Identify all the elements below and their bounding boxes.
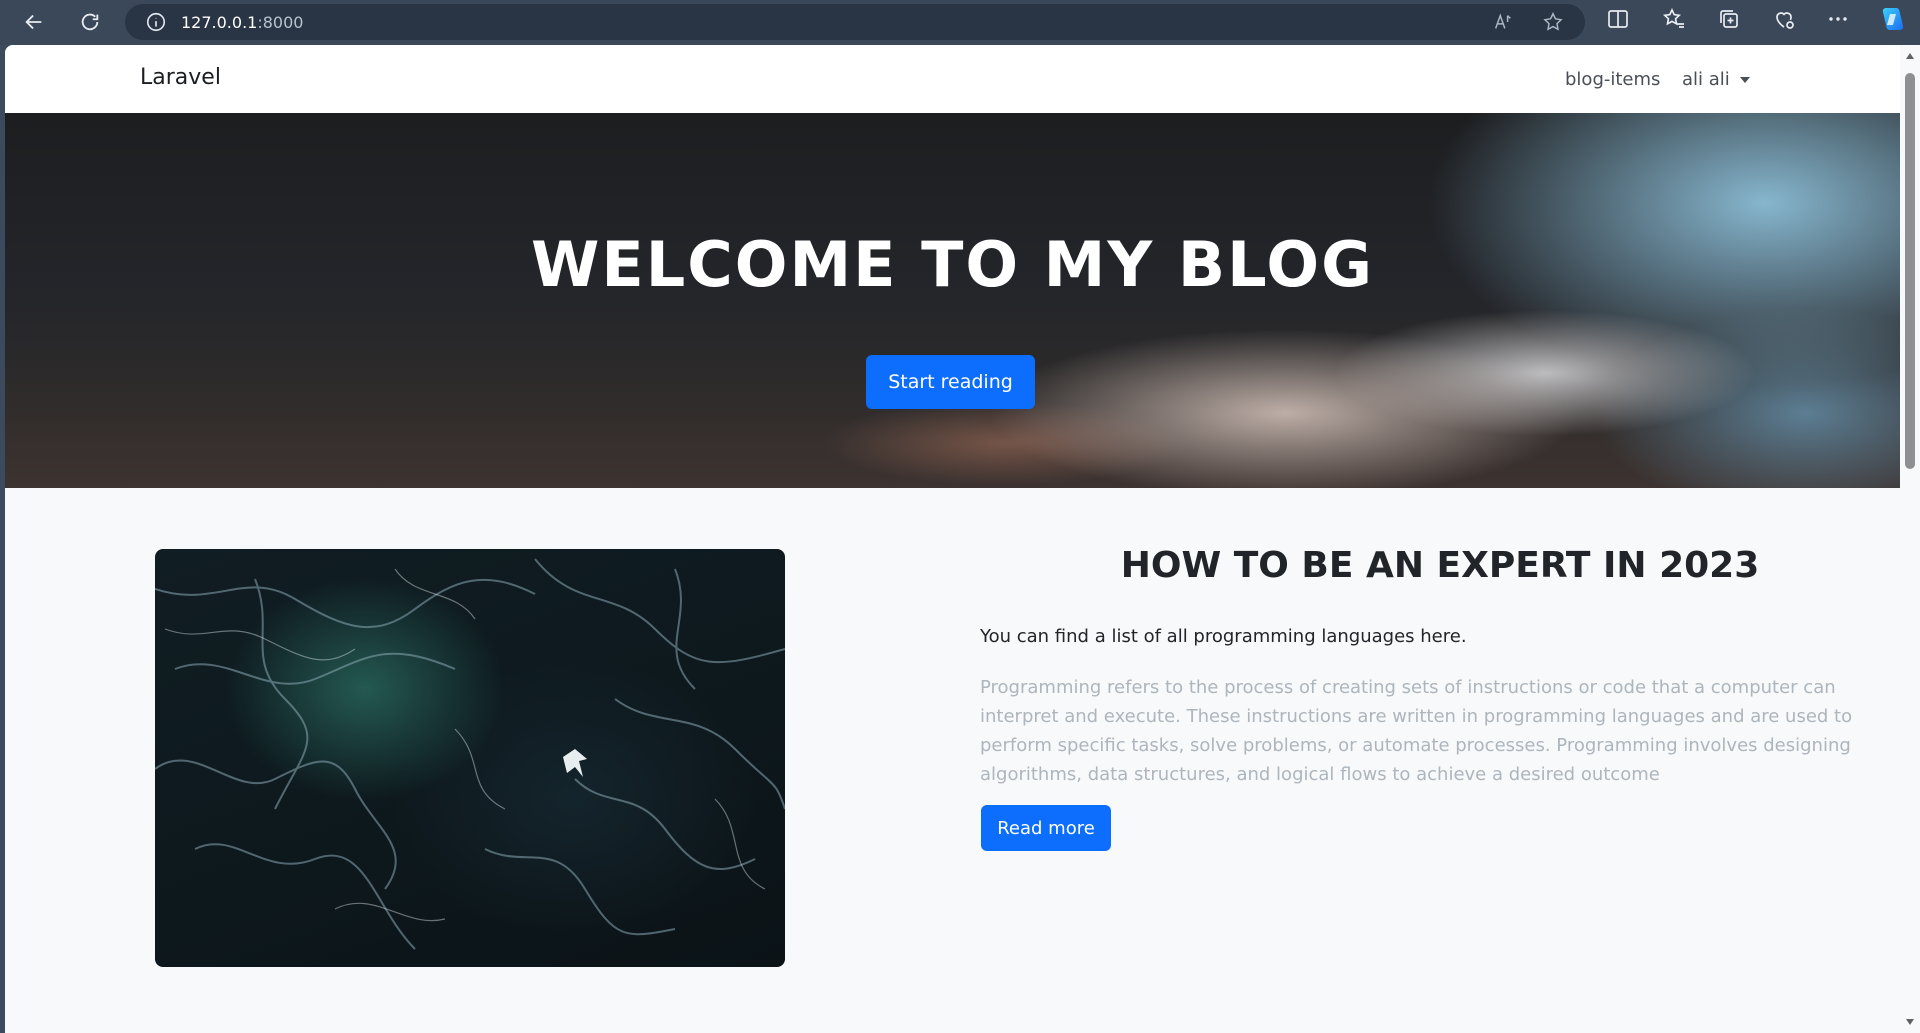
refresh-icon [81, 13, 99, 31]
post-subtitle: You can find a list of all programming l… [980, 626, 1467, 647]
hero-banner: WELCOME TO MY BLOG Start reading [5, 113, 1900, 488]
user-dropdown[interactable]: ali ali [1682, 69, 1750, 90]
back-button[interactable] [16, 4, 52, 40]
seagull-icon [563, 749, 587, 777]
start-reading-button[interactable]: Start reading [866, 355, 1035, 409]
read-aloud-icon[interactable] [1492, 11, 1514, 33]
more-options-icon[interactable] [1826, 7, 1850, 31]
scroll-down-icon[interactable] [1906, 1019, 1914, 1025]
hero-title: WELCOME TO MY BLOG [531, 228, 1374, 301]
nav-link-blog-items[interactable]: blog-items [1565, 69, 1660, 90]
favorite-star-icon[interactable] [1542, 11, 1564, 33]
url-text: 127.0.0.1:8000 [181, 12, 304, 32]
collections-icon[interactable] [1717, 7, 1741, 31]
address-bar[interactable]: 127.0.0.1:8000 [125, 4, 1585, 40]
copilot-icon[interactable] [1878, 5, 1906, 33]
scrollbar-thumb[interactable] [1905, 73, 1915, 469]
scroll-up-icon[interactable] [1906, 53, 1914, 59]
caret-down-icon [1739, 76, 1750, 83]
read-more-button[interactable]: Read more [981, 805, 1111, 851]
arrow-left-icon [25, 14, 42, 30]
browser-essentials-icon[interactable] [1772, 7, 1796, 31]
featured-post-image [155, 549, 785, 967]
post-title: HOW TO BE AN EXPERT IN 2023 [1120, 545, 1760, 586]
site-navbar: Laravel blog-items ali ali [5, 45, 1900, 113]
browser-toolbar: 127.0.0.1:8000 [0, 0, 1920, 45]
ocean-waves-illustration [155, 558, 785, 950]
favorites-icon[interactable] [1662, 7, 1686, 31]
user-name: ali ali [1682, 69, 1730, 90]
page-viewport: Laravel blog-items ali ali WELCOME TO MY… [5, 45, 1900, 1033]
info-icon[interactable] [145, 11, 167, 33]
vertical-scrollbar[interactable] [1900, 45, 1920, 1033]
navbar-brand[interactable]: Laravel [140, 65, 221, 90]
refresh-button[interactable] [72, 4, 108, 40]
post-excerpt: Programming refers to the process of cre… [980, 677, 1853, 785]
split-screen-icon[interactable] [1606, 7, 1630, 31]
